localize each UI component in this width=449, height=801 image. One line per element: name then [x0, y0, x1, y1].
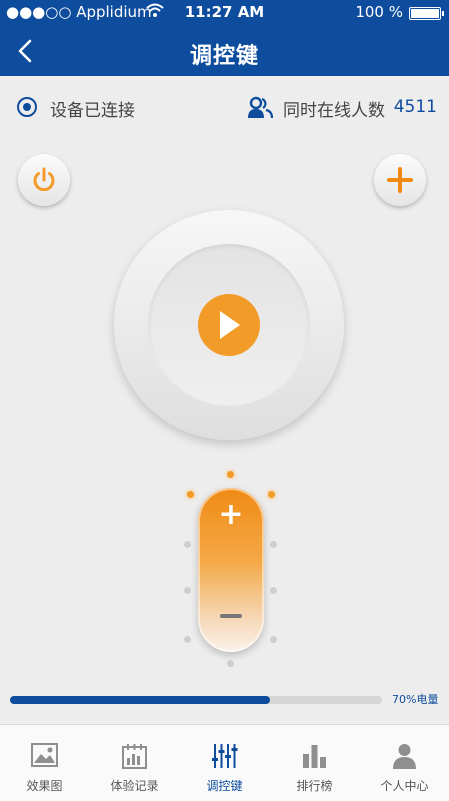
- battery-percent: 100 %: [355, 3, 403, 21]
- play-button[interactable]: [198, 294, 260, 356]
- battery-progress-bar: [10, 696, 382, 704]
- connection-label: 设备已连接: [50, 101, 135, 121]
- battery-progress-label: 70%电量: [392, 693, 439, 706]
- level-dot: [270, 636, 277, 643]
- tab-label: 体验记录: [110, 779, 159, 793]
- battery-icon: [409, 7, 444, 20]
- level-dot: [268, 491, 275, 498]
- nav-bar: 调控键: [0, 26, 449, 76]
- online-users-count: 4511: [393, 97, 437, 117]
- tab-bar: 效果图 体验记录 调控键 排行榜 个人中心: [0, 724, 449, 801]
- online-users-label: 同时在线人数: [283, 101, 385, 121]
- users-icon: [247, 96, 274, 120]
- battery-progress-fill: [10, 696, 271, 704]
- power-button[interactable]: [18, 154, 70, 206]
- level-dot: [184, 587, 191, 594]
- level-dot: [187, 491, 194, 498]
- tab-profile[interactable]: 个人中心: [360, 725, 449, 801]
- equalizer-icon: [212, 744, 238, 768]
- add-button[interactable]: [374, 154, 426, 206]
- increase-button[interactable]: +: [198, 500, 264, 530]
- control-dial[interactable]: [114, 210, 344, 440]
- tab-history[interactable]: 体验记录: [90, 725, 179, 801]
- image-icon: [31, 743, 58, 767]
- level-dot: [270, 541, 277, 548]
- dial-inner-ring: [148, 244, 310, 406]
- status-bar: ●●●○○ Applidium 11:27 AM 100 %: [0, 0, 449, 26]
- level-dot: [270, 587, 277, 594]
- online-users: 同时在线人数 4511: [237, 96, 437, 122]
- tab-effect[interactable]: 效果图: [0, 725, 89, 801]
- play-icon: [220, 311, 240, 339]
- tab-label: 调控键: [206, 779, 243, 793]
- level-dot: [227, 471, 234, 478]
- power-icon: [33, 167, 55, 192]
- page-title: 调控键: [189, 44, 259, 69]
- calendar-icon: [122, 744, 147, 769]
- level-dot: [227, 660, 234, 667]
- tab-control[interactable]: 调控键: [180, 725, 269, 801]
- tab-label: 排行榜: [296, 779, 333, 793]
- person-icon: [393, 744, 416, 769]
- decrease-button[interactable]: [220, 614, 242, 618]
- intensity-control: +: [198, 488, 264, 652]
- plus-icon: [387, 167, 413, 193]
- tab-label: 效果图: [26, 779, 63, 793]
- bar-chart-icon: [303, 745, 326, 768]
- tab-label: 个人中心: [380, 779, 429, 793]
- level-dot: [184, 636, 191, 643]
- tab-ranking[interactable]: 排行榜: [270, 725, 359, 801]
- connected-indicator-icon: [17, 97, 37, 117]
- level-dot: [184, 541, 191, 548]
